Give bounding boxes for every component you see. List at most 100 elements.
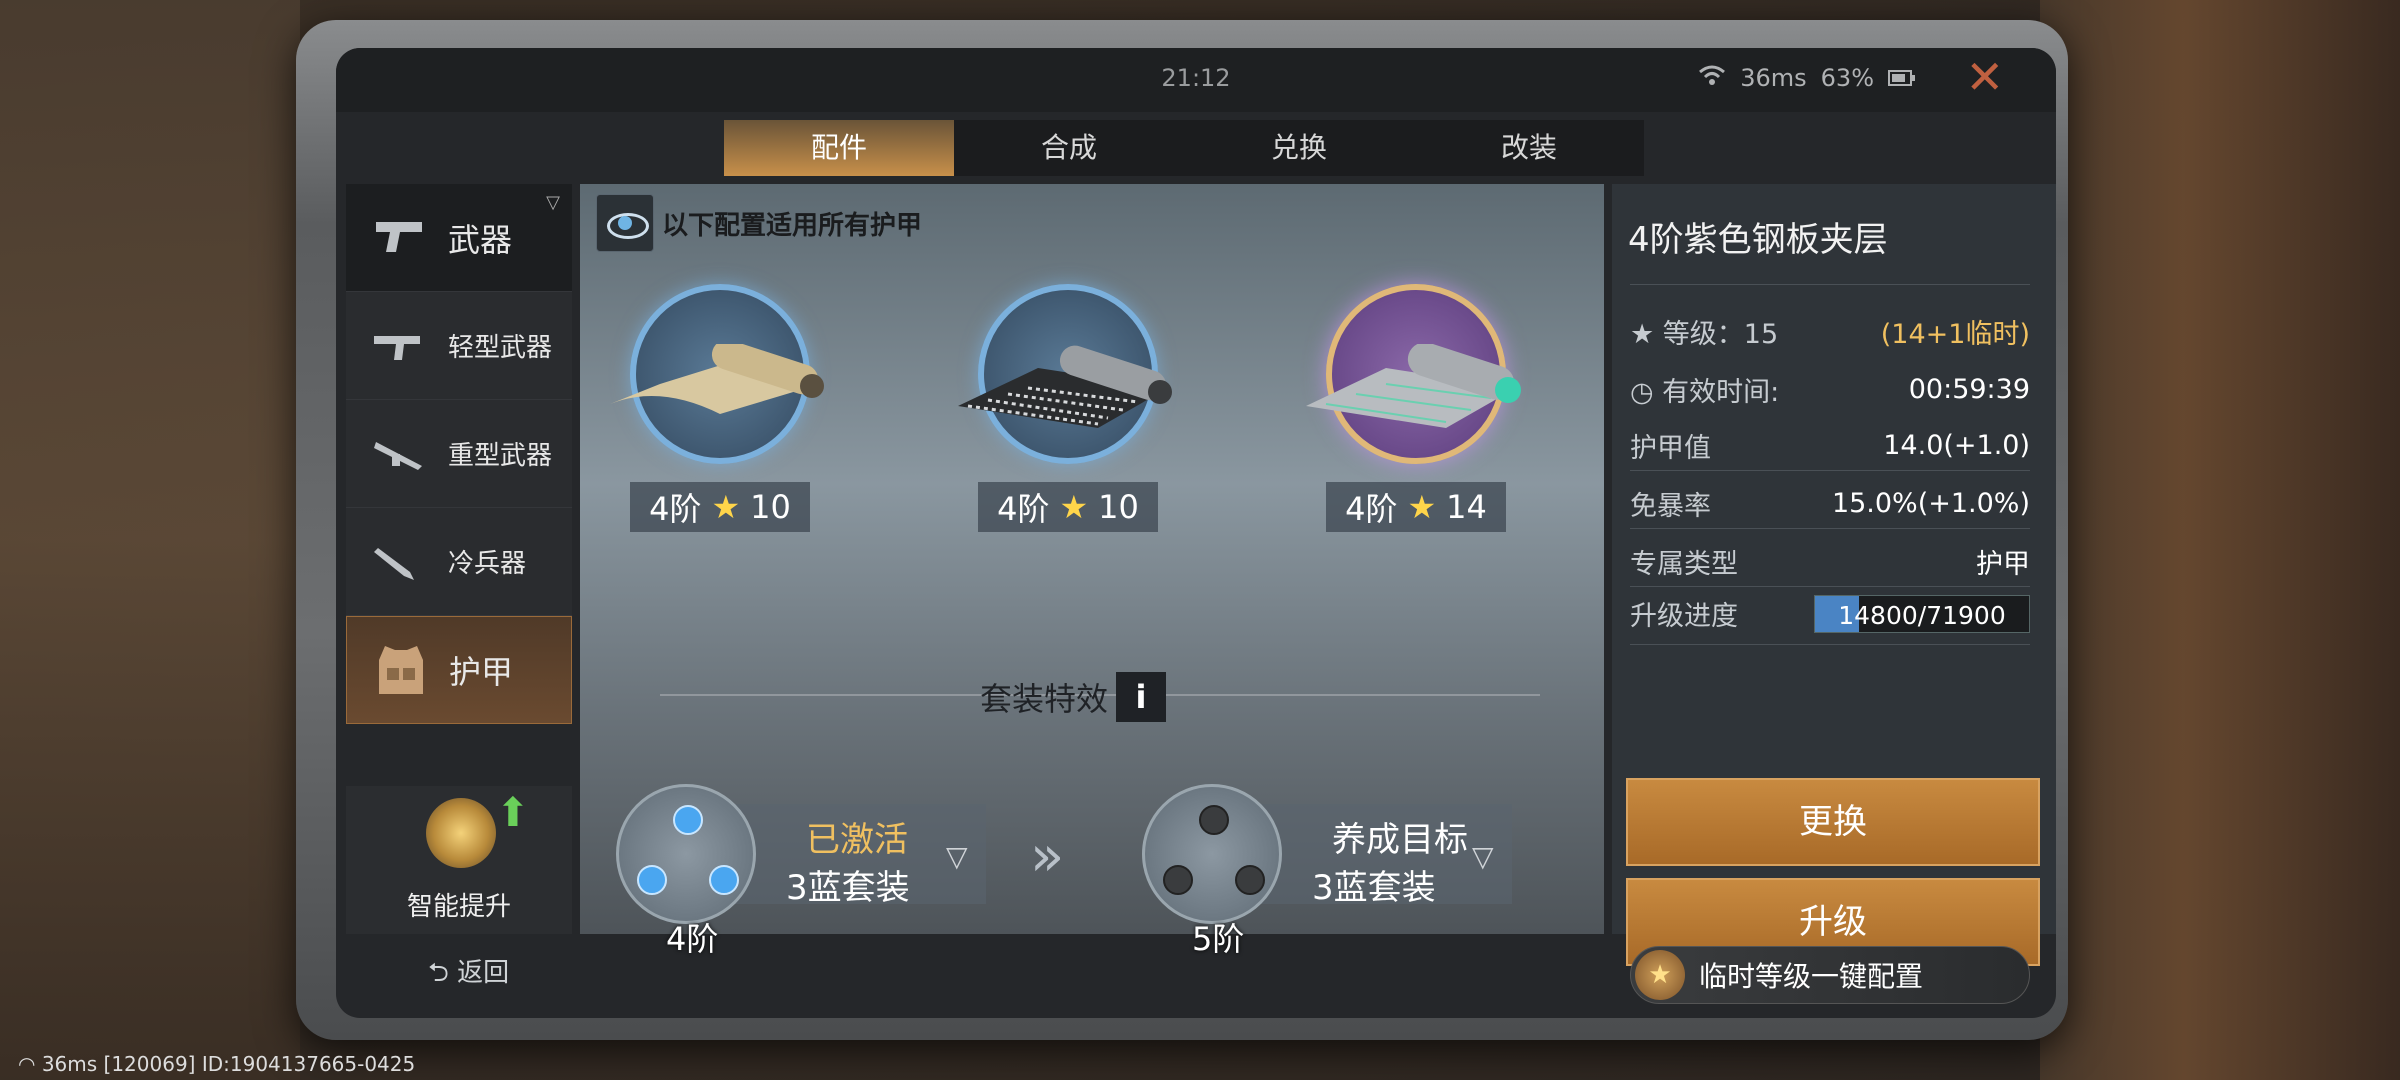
progress-label: 升级进度 <box>1630 601 1738 632</box>
progress-row: 升级进度 14800/71900 <box>1630 594 2030 633</box>
notice-text: 以下配置适用所有护甲 <box>662 210 923 241</box>
knife-icon <box>370 542 430 582</box>
double-chevron-icon: » <box>1030 824 1065 889</box>
set-status: 已激活 <box>806 820 908 860</box>
time-label: 有效时间: <box>1662 377 1780 408</box>
star-icon: ★ <box>711 488 741 526</box>
type-row: 专属类型 护甲 <box>1630 542 2030 581</box>
sidebar-label-melee: 冷兵器 <box>448 549 527 579</box>
slot-tag: 4阶 ★ 14 <box>1326 482 1506 532</box>
sidebar-item-weapons[interactable]: 武器 ▽ <box>346 184 572 292</box>
sidebar-item-melee[interactable]: 冷兵器 <box>346 508 572 616</box>
tier-text: 4阶 <box>997 490 1050 528</box>
status-bar: 21:12 36ms 63% ✕ <box>336 48 2056 112</box>
item-title: 4阶紫色钢板夹层 <box>1628 220 1888 260</box>
armor-value: 14.0(+1.0) <box>1883 430 2030 461</box>
star-count: 10 <box>750 488 791 526</box>
background-right <box>2040 0 2400 1080</box>
set-card-active[interactable]: 已激活 3蓝套装 ▽ 4阶 <box>616 784 986 958</box>
divider <box>1630 470 2030 471</box>
return-icon: ⮌ <box>428 958 458 988</box>
battery-text: 63% <box>1820 64 1874 92</box>
sidebar-label-light: 轻型武器 <box>448 333 553 363</box>
set-name: 3蓝套装 <box>1312 868 1436 908</box>
type-value: 护甲 <box>1976 549 2030 580</box>
sidebar-item-light-weapons[interactable]: 轻型武器 <box>346 292 572 400</box>
info-icon[interactable]: i <box>1116 672 1167 722</box>
eye-icon[interactable] <box>596 194 654 252</box>
set-dot-empty <box>1163 865 1193 895</box>
armor-part-slot-3-selected[interactable]: 4阶 ★ 14 <box>1296 284 1536 554</box>
detail-panel: 4阶紫色钢板夹层 ★ 等级：15 (14+1临时) ◷ 有效时间: 00:59:… <box>1612 184 2056 966</box>
level-row: ★ 等级：15 (14+1临时) <box>1630 312 2030 351</box>
time-row: ◷ 有效时间: 00:59:39 <box>1630 370 2030 409</box>
divider <box>1630 586 2030 587</box>
armor-row: 护甲值 14.0(+1.0) <box>1630 426 2030 465</box>
set-dot-filled <box>637 865 667 895</box>
star-icon: ★ <box>1407 488 1437 526</box>
tab-craft[interactable]: 合成 <box>954 120 1184 176</box>
smg-icon <box>370 326 430 366</box>
sidebar-label-heavy: 重型武器 <box>448 441 553 471</box>
chevron-down-icon[interactable]: ▽ <box>1472 840 1494 873</box>
divider <box>1630 284 2030 285</box>
star-icon: ★ <box>1059 488 1089 526</box>
back-label: 返回 <box>457 958 510 988</box>
collapse-icon[interactable]: ▽ <box>546 192 560 213</box>
smart-upgrade-label: 智能提升 <box>406 892 511 922</box>
divider <box>1630 644 2030 645</box>
set-status: 养成目标 <box>1332 820 1468 860</box>
launcher-icon <box>370 434 430 474</box>
tab-modify[interactable]: 改装 <box>1414 120 1644 176</box>
battery-icon <box>1888 64 1916 92</box>
ping-text: 36ms <box>1740 64 1807 92</box>
debug-overlay: ◠ 36ms [120069] ID:1904137665-0425 <box>18 1052 415 1076</box>
close-icon[interactable]: ✕ <box>1965 54 2004 100</box>
sidebar-item-heavy-weapons[interactable]: 重型武器 <box>346 400 572 508</box>
set-name: 3蓝套装 <box>786 868 910 908</box>
tab-exchange[interactable]: 兑换 <box>1184 120 1414 176</box>
smart-upgrade-button[interactable]: ⬆ 智能提升 <box>346 786 572 934</box>
clock-icon: ◷ <box>1630 377 1663 408</box>
game-screen: 21:12 36ms 63% ✕ 配件 合成 兑换 改装 武器 ▽ 轻型武器 重… <box>336 48 2056 1018</box>
replace-button[interactable]: 更换 <box>1626 778 2040 866</box>
set-tier: 5阶 <box>1192 920 1245 958</box>
set-dot-empty <box>1199 805 1229 835</box>
main-panel: 以下配置适用所有护甲 4阶 ★ 10 4阶 ★ 10 4阶 ★ 14 套装特效 … <box>580 184 1604 958</box>
star-count: 10 <box>1098 488 1139 526</box>
tier-text: 4阶 <box>649 490 702 528</box>
chevron-down-icon[interactable]: ▽ <box>946 840 968 873</box>
pistol-icon <box>370 218 430 258</box>
set-dot-filled <box>709 865 739 895</box>
quick-config-label: 临时等级一键配置 <box>1699 960 1924 993</box>
crit-label: 免暴率 <box>1630 491 1711 522</box>
level-bonus: (14+1临时) <box>1880 319 2030 350</box>
set-tier: 4阶 <box>666 920 719 958</box>
star-icon: ★ <box>1630 319 1663 350</box>
armor-part-slot-2[interactable]: 4阶 ★ 10 <box>948 284 1188 554</box>
set-disc <box>616 784 756 924</box>
quick-config-button[interactable]: ★ 临时等级一键配置 <box>1630 946 2030 1004</box>
set-card-target[interactable]: 养成目标 3蓝套装 ▽ 5阶 <box>1142 784 1512 958</box>
debug-text: 36ms [120069] ID:1904137665-0425 <box>41 1052 416 1076</box>
armor-label: 护甲值 <box>1630 433 1711 464</box>
set-dot-empty <box>1235 865 1265 895</box>
time-value: 00:59:39 <box>1908 374 2030 405</box>
crit-row: 免暴率 15.0%(+1.0%) <box>1630 484 2030 523</box>
crit-value: 15.0%(+1.0%) <box>1831 488 2030 519</box>
armor-part-slot-1[interactable]: 4阶 ★ 10 <box>600 284 840 554</box>
slot-tag: 4阶 ★ 10 <box>630 482 810 532</box>
cloth-roll-icon <box>610 344 824 414</box>
set-effect-header: 套装特效 i <box>980 672 1167 722</box>
star-badge-icon: ★ <box>1635 950 1685 1000</box>
sidebar-item-armor[interactable]: 护甲 <box>346 616 572 724</box>
slot-tag: 4阶 ★ 10 <box>978 482 1158 532</box>
set-dot-filled <box>673 805 703 835</box>
back-button[interactable]: ⮌ 返回 <box>428 952 509 998</box>
progress-text: 14800/71900 <box>1838 600 2006 630</box>
star-count: 14 <box>1446 488 1487 526</box>
set-disc <box>1142 784 1282 924</box>
vest-icon <box>371 646 431 694</box>
steel-plate-roll-icon <box>1306 344 1521 428</box>
tab-parts[interactable]: 配件 <box>724 120 954 176</box>
